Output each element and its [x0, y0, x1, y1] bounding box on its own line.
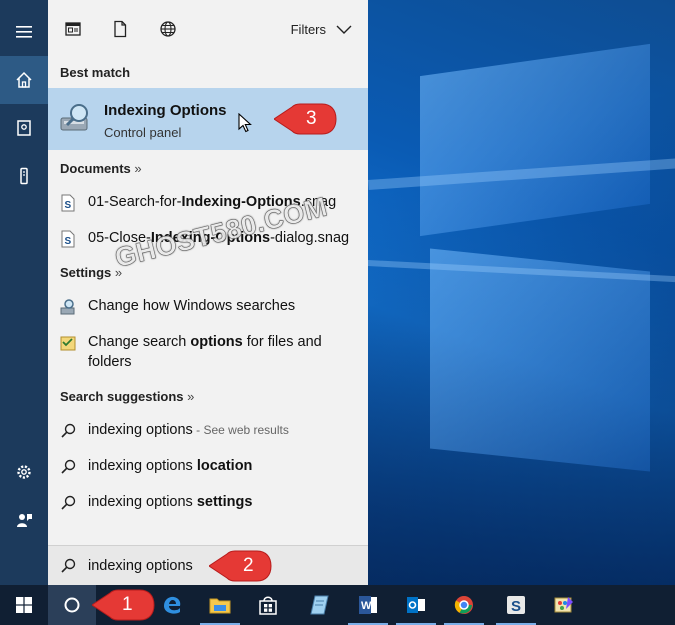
- chevron-down-icon: [336, 25, 352, 34]
- callout-step-1: 1: [92, 588, 156, 622]
- callout-step-3: 3: [274, 102, 338, 136]
- search-icon: [61, 459, 76, 474]
- word-icon: W: [359, 596, 377, 614]
- outlook-taskbar-button[interactable]: [392, 585, 440, 625]
- filters-label: Filters: [290, 22, 326, 37]
- settings-result[interactable]: Change how Windows searches: [48, 296, 368, 318]
- search-suggestion[interactable]: indexing options settings: [48, 492, 368, 514]
- best-match-subtitle: Control panel: [104, 125, 182, 140]
- file-explorer-icon: [209, 598, 231, 614]
- filters-dropdown[interactable]: Filters: [291, 22, 352, 37]
- settings-header-label: Settings: [60, 265, 112, 280]
- search-icon: [61, 423, 76, 438]
- cortana-icon: [64, 597, 80, 613]
- windows-logo-icon: [16, 597, 32, 613]
- home-icon: [16, 71, 32, 88]
- snagit-icon: S: [507, 596, 525, 615]
- folder-options-icon: [60, 336, 76, 351]
- documents-header-label: Documents: [60, 161, 131, 176]
- documents-more: »: [134, 161, 142, 176]
- svg-text:W: W: [361, 600, 372, 612]
- search-input[interactable]: indexing options: [48, 545, 368, 585]
- svg-text:S: S: [65, 236, 72, 247]
- snagit-taskbar-button[interactable]: S: [492, 585, 540, 625]
- start-sidebar: [0, 0, 48, 585]
- store-icon: [259, 596, 277, 615]
- feedback-button[interactable]: [0, 496, 48, 544]
- hamburger-menu-button[interactable]: [0, 8, 48, 56]
- documents-filter-icon[interactable]: [111, 20, 129, 38]
- device-button[interactable]: [0, 152, 48, 200]
- mouse-cursor-icon: [238, 113, 252, 133]
- home-button[interactable]: [0, 56, 48, 104]
- start-button[interactable]: [0, 585, 48, 625]
- store-taskbar-button[interactable]: [244, 585, 292, 625]
- search-results-panel: Filters Best match Indexing Options Cont…: [48, 0, 368, 585]
- search-icon: [61, 558, 76, 573]
- web-filter-icon[interactable]: [159, 20, 177, 38]
- svg-text:S: S: [511, 598, 521, 615]
- callout-step-2: 2: [209, 549, 273, 583]
- search-settings-icon: [60, 299, 75, 315]
- paint-app-icon: [554, 597, 573, 613]
- notebook-button[interactable]: [0, 104, 48, 152]
- snagit-file-icon: S: [61, 194, 75, 212]
- search-input-value: indexing options: [88, 558, 193, 574]
- snagit-file-icon: S: [61, 230, 75, 248]
- best-match-header: Best match: [60, 65, 131, 80]
- settings-header[interactable]: Settings »: [60, 265, 122, 280]
- settings-icon: [17, 465, 31, 479]
- hamburger-menu-icon: [16, 26, 32, 38]
- device-icon: [20, 167, 28, 185]
- outlook-icon: [407, 597, 425, 613]
- indexing-options-icon: [60, 104, 88, 131]
- search-suggestions-label: Search suggestions: [60, 389, 184, 404]
- settings-button[interactable]: [0, 448, 48, 496]
- best-match-title: Indexing Options: [104, 102, 227, 119]
- search-suggestions-header[interactable]: Search suggestions »: [60, 389, 194, 404]
- svg-text:S: S: [65, 200, 72, 211]
- search-suggestions-more: »: [187, 389, 195, 404]
- settings-result[interactable]: Change search options for files and fold…: [48, 332, 368, 376]
- search-suggestion[interactable]: indexing options location: [48, 456, 368, 478]
- notepad-app-icon: [310, 595, 329, 615]
- search-suggestion[interactable]: indexing options - See web results: [48, 420, 368, 442]
- apps-filter-icon[interactable]: [64, 20, 82, 38]
- edge-icon: [164, 596, 181, 614]
- file-explorer-taskbar-button[interactable]: [196, 585, 244, 625]
- documents-header[interactable]: Documents »: [60, 161, 142, 176]
- search-filter-bar: Filters: [48, 0, 368, 58]
- cortana-button[interactable]: [48, 585, 96, 625]
- feedback-icon: [17, 514, 32, 527]
- search-icon: [61, 495, 76, 510]
- notebook-icon: [17, 120, 31, 136]
- notepad-taskbar-button[interactable]: [296, 585, 344, 625]
- word-taskbar-button[interactable]: W: [344, 585, 392, 625]
- chrome-taskbar-button[interactable]: [440, 585, 488, 625]
- chrome-icon: [454, 596, 473, 614]
- paint-taskbar-button[interactable]: [540, 585, 588, 625]
